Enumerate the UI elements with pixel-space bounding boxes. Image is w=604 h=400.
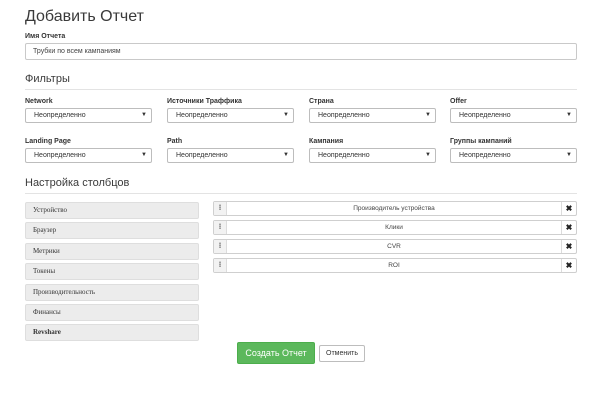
drag-handle-icon[interactable]: ⁝: [214, 202, 227, 215]
chevron-down-icon: ▼: [566, 152, 572, 158]
selected-column-row: ⁝ CVR ✖: [213, 239, 577, 254]
close-icon[interactable]: ✖: [561, 240, 576, 253]
column-group-browser[interactable]: Браузер: [25, 222, 199, 239]
filters-divider: [25, 89, 577, 90]
column-group-performance[interactable]: Производительность: [25, 284, 199, 301]
close-icon[interactable]: ✖: [561, 221, 576, 234]
filter-select-campaign-groups[interactable]: Неопределенно ▼: [450, 148, 577, 163]
report-name-input[interactable]: Трубки по всем кампаниям: [25, 43, 577, 60]
filter-label-country: Страна: [309, 98, 334, 105]
filter-select-landing-page[interactable]: Неопределенно ▼: [25, 148, 152, 163]
selected-column-label: ROI: [388, 262, 400, 269]
drag-handle-icon[interactable]: ⁝: [214, 259, 227, 272]
selected-column-row: ⁝ Производитель устройства ✖: [213, 201, 577, 216]
filter-label-traffic-sources: Источники Траффика: [167, 98, 242, 105]
chevron-down-icon: ▼: [283, 152, 289, 158]
drag-handle-icon[interactable]: ⁝: [214, 240, 227, 253]
filter-select-value: Неопределенно: [176, 152, 228, 159]
page-title: Добавить Отчет: [25, 8, 144, 25]
selected-column-label: CVR: [387, 243, 401, 250]
columns-title: Настройка столбцов: [25, 177, 130, 189]
filter-label-campaign-groups: Группы кампаний: [450, 138, 512, 145]
column-group-metrics[interactable]: Метрики: [25, 243, 199, 260]
cancel-button[interactable]: Отменить: [319, 345, 365, 362]
chevron-down-icon: ▼: [425, 112, 431, 118]
filter-label-campaign: Кампания: [309, 138, 344, 145]
filter-select-value: Неопределенно: [459, 112, 511, 119]
selected-column-label: Клики: [385, 224, 403, 231]
filter-select-value: Неопределенно: [176, 112, 228, 119]
selected-column-label: Производитель устройства: [353, 205, 435, 212]
column-group-revshare[interactable]: Revshare: [25, 324, 199, 341]
drag-handle-icon[interactable]: ⁝: [214, 221, 227, 234]
filter-label-network: Network: [25, 98, 53, 105]
chevron-down-icon: ▼: [141, 152, 147, 158]
filter-select-value: Неопределенно: [34, 152, 86, 159]
filter-label-offer: Offer: [450, 98, 467, 105]
filter-select-value: Неопределенно: [34, 112, 86, 119]
filter-select-path[interactable]: Неопределенно ▼: [167, 148, 294, 163]
column-group-tokens[interactable]: Токены: [25, 263, 199, 280]
filters-title: Фильтры: [25, 73, 70, 85]
chevron-down-icon: ▼: [566, 112, 572, 118]
column-group-device[interactable]: Устройство: [25, 202, 199, 219]
filter-select-country[interactable]: Неопределенно ▼: [309, 108, 436, 123]
create-report-button[interactable]: Создать Отчет: [237, 342, 315, 364]
filter-label-landing-page: Landing Page: [25, 138, 71, 145]
filter-select-value: Неопределенно: [459, 152, 511, 159]
filter-select-value: Неопределенно: [318, 112, 370, 119]
filter-select-value: Неопределенно: [318, 152, 370, 159]
chevron-down-icon: ▼: [425, 152, 431, 158]
filter-select-offer[interactable]: Неопределенно ▼: [450, 108, 577, 123]
close-icon[interactable]: ✖: [561, 259, 576, 272]
report-name-label: Имя Отчета: [25, 33, 66, 40]
chevron-down-icon: ▼: [283, 112, 289, 118]
filter-label-path: Path: [167, 138, 183, 145]
filter-select-network[interactable]: Неопределенно ▼: [25, 108, 152, 123]
column-group-finance[interactable]: Финансы: [25, 304, 199, 321]
selected-column-row: ⁝ Клики ✖: [213, 220, 577, 235]
filter-select-traffic-sources[interactable]: Неопределенно ▼: [167, 108, 294, 123]
chevron-down-icon: ▼: [141, 112, 147, 118]
close-icon[interactable]: ✖: [561, 202, 576, 215]
selected-column-row: ⁝ ROI ✖: [213, 258, 577, 273]
filter-select-campaign[interactable]: Неопределенно ▼: [309, 148, 436, 163]
columns-divider: [25, 193, 577, 194]
